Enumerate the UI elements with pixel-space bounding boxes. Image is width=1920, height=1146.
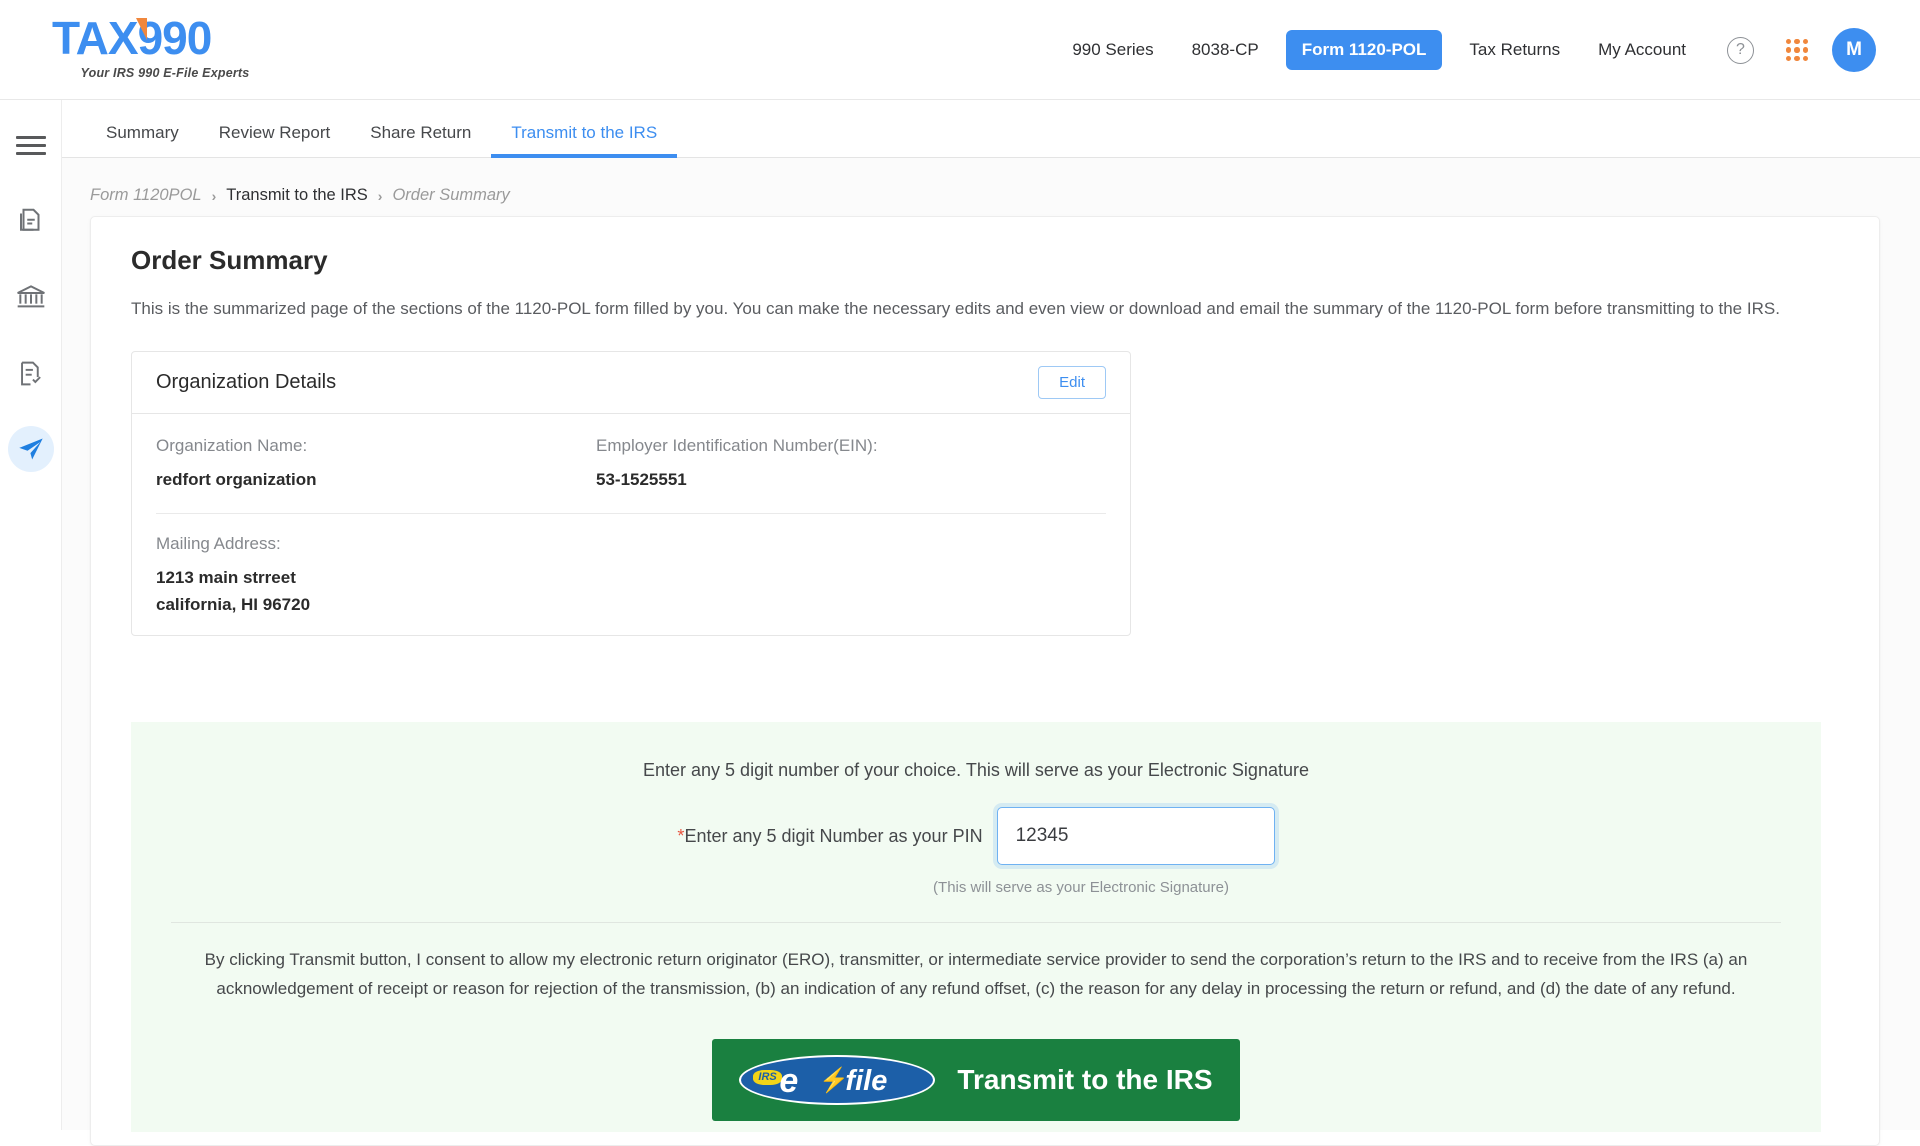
- brand-logo[interactable]: TAX990 Your IRS 990 E-File Experts: [52, 14, 262, 80]
- transmit-button-wrap: IRS e ⚡ file Transmit to the IRS: [171, 1039, 1781, 1121]
- tab-share-return[interactable]: Share Return: [350, 123, 491, 157]
- address-line-1: 1213 main strreet: [156, 568, 296, 587]
- left-sidebar: [0, 100, 62, 1130]
- edit-button[interactable]: Edit: [1038, 366, 1106, 399]
- transmit-button-label: Transmit to the IRS: [957, 1064, 1213, 1095]
- org-row-address: Mailing Address: 1213 main strreet calif…: [156, 514, 1106, 618]
- main-content: Form 1120POL › Transmit to the IRS › Ord…: [62, 158, 1920, 1146]
- signature-instruction: Enter any 5 digit number of your choice.…: [643, 760, 1309, 780]
- card-header: Organization Details Edit: [132, 352, 1130, 414]
- efile-e-text: e: [779, 1062, 799, 1100]
- form-tabbar: Summary Review Report Share Return Trans…: [62, 100, 1920, 158]
- question-mark-circle-icon[interactable]: ?: [1727, 36, 1754, 64]
- logo-wordmark: TAX990: [52, 14, 262, 64]
- nav-8038-cp[interactable]: 8038-CP: [1173, 40, 1278, 60]
- breadcrumb-separator-1: ›: [211, 187, 217, 204]
- sidebar-item-menu[interactable]: [8, 122, 54, 168]
- pin-helper-text: (This will serve as your Electronic Sign…: [933, 879, 1229, 896]
- efile-irs-text: IRS: [753, 1070, 782, 1085]
- transmit-to-irs-button[interactable]: IRS e ⚡ file Transmit to the IRS: [712, 1039, 1240, 1121]
- document-check-icon: [21, 361, 41, 385]
- apps-grid-icon[interactable]: [1784, 37, 1810, 63]
- tab-transmit-to-the-irs[interactable]: Transmit to the IRS: [491, 123, 677, 158]
- nav-form-1120-pol[interactable]: Form 1120-POL: [1285, 30, 1443, 70]
- card-body: Organization Name: redfort organization …: [132, 414, 1130, 618]
- page-description: This is the summarized page of the secti…: [131, 299, 1780, 318]
- sidebar-item-documents[interactable]: [8, 198, 54, 244]
- org-row-primary: Organization Name: redfort organization …: [156, 436, 1106, 514]
- breadcrumb: Form 1120POL › Transmit to the IRS › Ord…: [90, 186, 510, 205]
- tab-summary[interactable]: Summary: [86, 123, 199, 157]
- organization-details-card: Organization Details Edit Organization N…: [131, 351, 1131, 636]
- order-summary-panel: Order Summary This is the summarized pag…: [90, 216, 1880, 1146]
- breadcrumb-separator-2: ›: [377, 187, 383, 204]
- logo-orange-accent: [136, 18, 147, 40]
- breadcrumb-item-form[interactable]: Form 1120POL: [90, 186, 202, 205]
- top-navigation: 990 Series 8038-CP Form 1120-POL Tax Ret…: [1053, 0, 1890, 100]
- sidebar-item-review[interactable]: [8, 350, 54, 396]
- sidebar-item-transmit[interactable]: [7, 426, 54, 472]
- tab-review-report[interactable]: Review Report: [199, 123, 351, 157]
- logo-text: TAX990: [52, 12, 212, 64]
- pin-input[interactable]: [996, 807, 1275, 865]
- nav-990-series[interactable]: 990 Series: [1053, 40, 1172, 60]
- address-line-2: california, HI 96720: [156, 595, 311, 614]
- nav-tax-returns[interactable]: Tax Returns: [1450, 40, 1579, 60]
- avatar[interactable]: M: [1832, 28, 1876, 72]
- pin-label-text: Enter any 5 digit Number as your PIN: [684, 825, 983, 846]
- page-title: Order Summary: [131, 245, 328, 275]
- paper-plane-send-icon: [18, 438, 43, 460]
- ein-label: Employer Identification Number(EIN):: [596, 436, 878, 455]
- org-name-label: Organization Name:: [156, 436, 308, 455]
- logo-tagline: Your IRS 990 E-File Experts: [80, 66, 250, 80]
- field-organization-name: Organization Name: redfort organization: [156, 436, 596, 493]
- irs-efile-logo-icon: IRS e ⚡ file: [739, 1055, 936, 1105]
- efile-file-text: file: [845, 1065, 888, 1097]
- address-label: Mailing Address:: [156, 534, 281, 553]
- breadcrumb-item-transmit[interactable]: Transmit to the IRS: [226, 186, 368, 205]
- bank-institution-icon: [16, 285, 45, 308]
- pin-row: *Enter any 5 digit Number as your PIN: [171, 807, 1781, 865]
- top-header: TAX990 Your IRS 990 E-File Experts 990 S…: [0, 0, 1920, 100]
- card-title: Organization Details: [156, 371, 337, 393]
- hamburger-menu-icon: [15, 135, 46, 155]
- electronic-signature-panel: Enter any 5 digit number of your choice.…: [131, 722, 1821, 1132]
- consent-text: By clicking Transmit button, I consent t…: [204, 950, 1748, 998]
- field-ein: Employer Identification Number(EIN): 53-…: [596, 436, 1036, 493]
- documents-copy-icon: [19, 208, 39, 231]
- org-name-value: redfort organization: [156, 470, 317, 489]
- breadcrumb-item-order-summary: Order Summary: [392, 186, 510, 204]
- divider: [171, 922, 1781, 923]
- pin-label: *Enter any 5 digit Number as your PIN: [677, 826, 982, 847]
- nav-my-account[interactable]: My Account: [1579, 40, 1705, 60]
- ein-value: 53-1525551: [596, 470, 687, 489]
- sidebar-item-bank[interactable]: [8, 274, 54, 320]
